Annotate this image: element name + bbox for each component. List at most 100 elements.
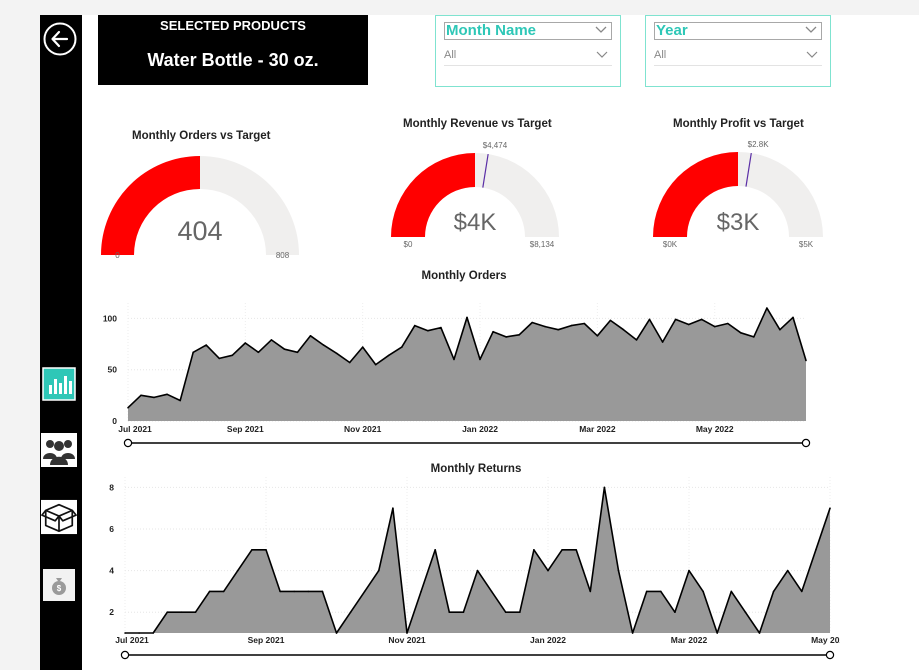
- data-point: [589, 590, 592, 593]
- data-point: [179, 399, 181, 402]
- data-point: [194, 611, 197, 613]
- data-point: [561, 549, 563, 551]
- year-value: All: [654, 49, 667, 61]
- data-point: [152, 632, 154, 634]
- data-point: [702, 590, 704, 593]
- data-point: [307, 590, 310, 593]
- data-point: [361, 346, 364, 348]
- data-point: [674, 611, 676, 613]
- data-point: [674, 318, 677, 321]
- chevron-down-icon: [806, 51, 818, 58]
- data-point: [758, 632, 761, 634]
- data-point: [700, 318, 703, 321]
- month-name-value: All: [444, 49, 457, 61]
- data-point: [609, 319, 612, 322]
- gauge-value: $4K: [454, 209, 497, 236]
- month-name-slicer-header[interactable]: Month Name: [444, 22, 612, 40]
- data-point: [635, 339, 638, 341]
- data-point: [296, 351, 299, 354]
- data-point: [713, 325, 716, 328]
- y-tick-label: 6: [109, 524, 114, 534]
- data-point: [222, 590, 225, 593]
- money-bag-icon[interactable]: $: [41, 568, 77, 602]
- back-arrow-icon[interactable]: [43, 22, 77, 56]
- gauge-min-label: 0: [115, 251, 120, 260]
- area-series: [128, 308, 806, 421]
- data-point: [730, 590, 733, 593]
- data-point: [744, 611, 747, 613]
- people-icon[interactable]: [41, 433, 77, 467]
- chevron-down-icon: [595, 26, 607, 33]
- data-point: [575, 549, 577, 551]
- data-point: [547, 569, 549, 572]
- data-point: [716, 632, 718, 634]
- profit-gauge: $2.8K $3K $0K $5K: [653, 140, 823, 249]
- x-tick-label: Mar 2022: [671, 635, 708, 645]
- data-point: [406, 632, 408, 634]
- data-point: [427, 329, 429, 332]
- range-slider-end-handle[interactable]: [801, 438, 811, 448]
- year-slicer: Year All: [645, 15, 831, 87]
- year-slicer-header[interactable]: Year: [654, 22, 822, 40]
- data-point: [192, 351, 194, 354]
- data-point: [518, 334, 520, 336]
- monthly-returns-chart: Monthly Returns 2 4 6 8 Jul 2021 Sep 2021 Nov 2…: [109, 463, 840, 660]
- data-point: [772, 590, 775, 593]
- gauge-min-label: $0K: [663, 240, 678, 249]
- y-tick-label: 50: [108, 365, 118, 375]
- gauge-min-label: $0: [404, 240, 413, 249]
- data-point: [596, 335, 599, 337]
- data-point: [631, 632, 634, 634]
- data-point: [583, 322, 586, 325]
- selected-product-name: Water Bottle - 30 oz.: [147, 50, 319, 70]
- data-point: [140, 394, 142, 397]
- data-point: [448, 611, 451, 613]
- data-point: [645, 590, 648, 593]
- data-point: [440, 326, 442, 329]
- selected-products-title: SELECTED PRODUCTS: [160, 18, 306, 33]
- data-point: [166, 393, 168, 396]
- data-point: [753, 336, 755, 338]
- data-point: [779, 328, 781, 331]
- monthly-orders-chart: Monthly Orders 0 50 100 Jul 2021 Sep 2021 Nov …: [103, 270, 811, 448]
- data-point: [363, 590, 366, 593]
- data-point: [392, 507, 394, 509]
- selected-products-card: SELECTED PRODUCTS Water Bottle - 30 oz.: [98, 15, 368, 85]
- range-slider-end-handle[interactable]: [825, 650, 835, 660]
- data-point: [244, 342, 247, 344]
- y-tick-label: 100: [103, 313, 117, 323]
- profit-gauge-title: Monthly Profit vs Target: [673, 118, 804, 130]
- data-point: [237, 569, 239, 572]
- data-point: [414, 324, 416, 327]
- gauge-value: $3K: [717, 209, 760, 236]
- box-icon[interactable]: [41, 499, 77, 535]
- data-point: [786, 569, 789, 572]
- data-point: [462, 611, 465, 613]
- top-band: [0, 0, 919, 16]
- data-point: [127, 406, 129, 409]
- data-point: [815, 549, 817, 551]
- data-point: [166, 611, 169, 613]
- data-point: [801, 590, 803, 593]
- data-point: [293, 590, 295, 593]
- bar-chart-icon[interactable]: [41, 367, 77, 401]
- x-tick-label: Nov 2021: [344, 424, 382, 434]
- chart-title: Monthly Returns: [431, 463, 522, 475]
- gauge-max-label: $8,134: [530, 240, 555, 249]
- data-point: [335, 352, 338, 355]
- data-point: [257, 351, 260, 354]
- revenue-gauge: $4,474 $4K $0 $8,134: [391, 141, 559, 249]
- data-point: [544, 325, 546, 328]
- year-dropdown[interactable]: All: [654, 45, 822, 66]
- data-point: [401, 346, 403, 348]
- x-tick-label: Jul 2021: [115, 635, 149, 645]
- month-name-dropdown[interactable]: All: [444, 45, 612, 66]
- range-slider-start-handle[interactable]: [123, 438, 133, 448]
- month-name-slicer-label: Month Name: [446, 22, 536, 39]
- data-point: [479, 358, 481, 361]
- range-slider-start-handle[interactable]: [120, 650, 130, 660]
- data-point: [378, 569, 380, 572]
- data-point: [504, 611, 507, 613]
- data-point: [617, 569, 620, 572]
- data-point: [218, 357, 221, 360]
